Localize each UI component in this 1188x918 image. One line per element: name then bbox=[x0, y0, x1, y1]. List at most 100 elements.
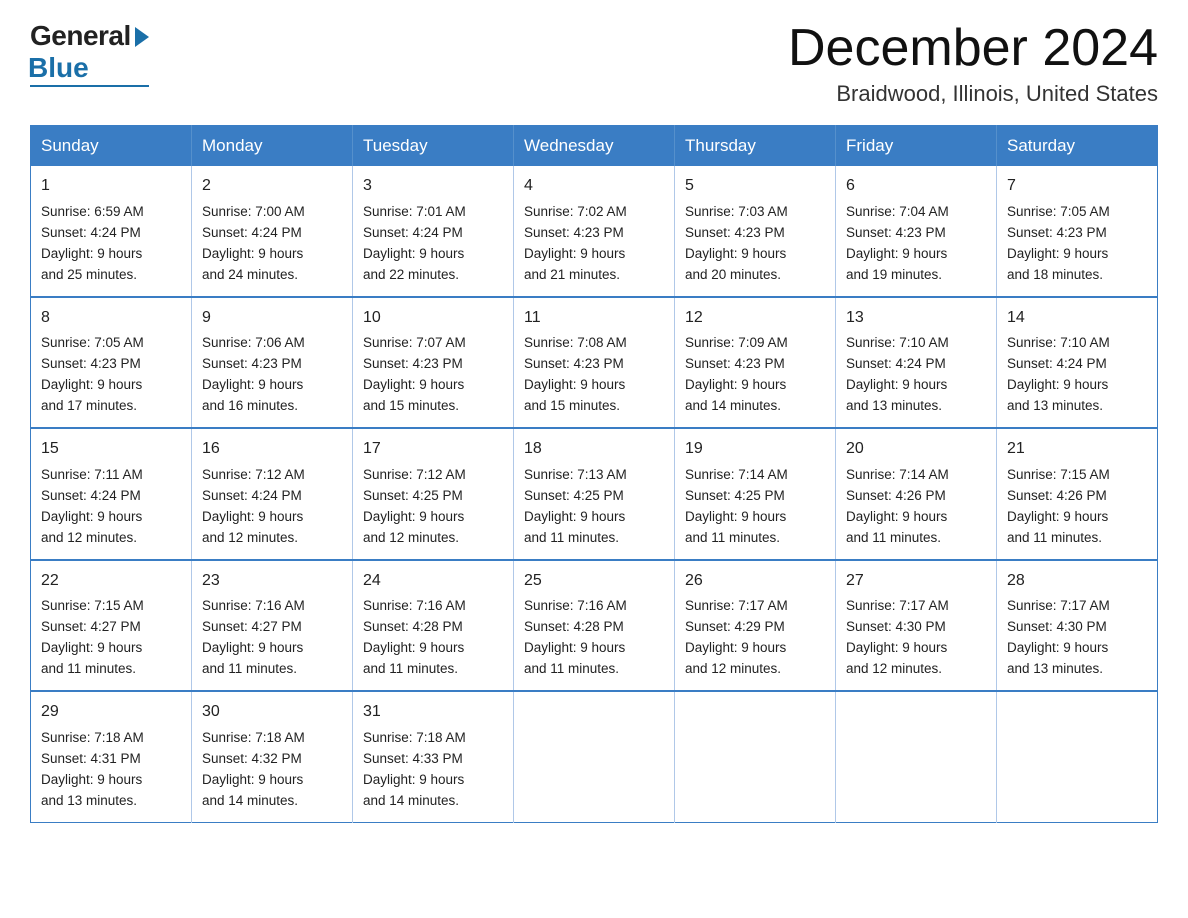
weekday-header-monday: Monday bbox=[192, 126, 353, 167]
day-info: Sunrise: 7:16 AMSunset: 4:28 PMDaylight:… bbox=[363, 598, 466, 676]
calendar-cell: 17Sunrise: 7:12 AMSunset: 4:25 PMDayligh… bbox=[353, 428, 514, 559]
day-info: Sunrise: 7:14 AMSunset: 4:25 PMDaylight:… bbox=[685, 467, 788, 545]
weekday-header-wednesday: Wednesday bbox=[514, 126, 675, 167]
calendar-cell: 23 Sunrise: 7:16 AMSunset: 4:27 PMDayligh… bbox=[192, 560, 353, 691]
calendar-cell bbox=[836, 691, 997, 822]
day-number: 28 bbox=[1007, 569, 1147, 594]
day-number: 7 bbox=[1007, 174, 1147, 199]
day-info: Sunrise: 7:18 AMSunset: 4:32 PMDaylight:… bbox=[202, 730, 305, 808]
day-info: Sunrise: 7:06 AMSunset: 4:23 PMDaylight:… bbox=[202, 335, 305, 413]
calendar-cell: 22Sunrise: 7:15 AMSunset: 4:27 PMDayligh… bbox=[31, 560, 192, 691]
calendar-cell: 28 Sunrise: 7:17 AMSunset: 4:30 PMDayligh… bbox=[997, 560, 1158, 691]
calendar-cell: 6Sunrise: 7:04 AMSunset: 4:23 PMDaylight… bbox=[836, 166, 997, 296]
day-number: 13 bbox=[846, 306, 986, 331]
logo: General Blue bbox=[30, 20, 149, 87]
calendar-cell: 1 Sunrise: 6:59 AMSunset: 4:24 PMDaylight… bbox=[31, 166, 192, 296]
calendar-cell: 5Sunrise: 7:03 AMSunset: 4:23 PMDaylight… bbox=[675, 166, 836, 296]
day-info: Sunrise: 7:17 AMSunset: 4:29 PMDaylight:… bbox=[685, 598, 788, 676]
day-number: 1 bbox=[41, 174, 181, 199]
day-number: 26 bbox=[685, 569, 825, 594]
day-number: 18 bbox=[524, 437, 664, 462]
calendar-cell: 14Sunrise: 7:10 AMSunset: 4:24 PMDayligh… bbox=[997, 297, 1158, 428]
calendar-week-row: 8 Sunrise: 7:05 AMSunset: 4:23 PMDaylight… bbox=[31, 297, 1158, 428]
title-block: December 2024 Braidwood, Illinois, Unite… bbox=[788, 20, 1158, 107]
logo-general-text: General bbox=[30, 20, 131, 52]
day-info: Sunrise: 7:05 AMSunset: 4:23 PMDaylight:… bbox=[1007, 204, 1110, 282]
calendar-header-row: SundayMondayTuesdayWednesdayThursdayFrid… bbox=[31, 126, 1158, 167]
weekday-header-friday: Friday bbox=[836, 126, 997, 167]
page-header: General Blue December 2024 Braidwood, Il… bbox=[30, 20, 1158, 107]
weekday-header-thursday: Thursday bbox=[675, 126, 836, 167]
day-info: Sunrise: 7:02 AMSunset: 4:23 PMDaylight:… bbox=[524, 204, 627, 282]
day-number: 12 bbox=[685, 306, 825, 331]
calendar-cell: 3Sunrise: 7:01 AMSunset: 4:24 PMDaylight… bbox=[353, 166, 514, 296]
day-number: 10 bbox=[363, 306, 503, 331]
day-info: Sunrise: 7:18 AMSunset: 4:33 PMDaylight:… bbox=[363, 730, 466, 808]
day-number: 25 bbox=[524, 569, 664, 594]
day-number: 8 bbox=[41, 306, 181, 331]
day-number: 9 bbox=[202, 306, 342, 331]
calendar-cell: 18 Sunrise: 7:13 AMSunset: 4:25 PMDayligh… bbox=[514, 428, 675, 559]
calendar-cell: 16Sunrise: 7:12 AMSunset: 4:24 PMDayligh… bbox=[192, 428, 353, 559]
calendar-week-row: 15 Sunrise: 7:11 AMSunset: 4:24 PMDayligh… bbox=[31, 428, 1158, 559]
day-number: 11 bbox=[524, 306, 664, 331]
weekday-header-saturday: Saturday bbox=[997, 126, 1158, 167]
calendar-week-row: 29 Sunrise: 7:18 AMSunset: 4:31 PMDayligh… bbox=[31, 691, 1158, 822]
day-number: 24 bbox=[363, 569, 503, 594]
day-number: 15 bbox=[41, 437, 181, 462]
calendar-cell: 2Sunrise: 7:00 AMSunset: 4:24 PMDaylight… bbox=[192, 166, 353, 296]
calendar-cell: 31 Sunrise: 7:18 AMSunset: 4:33 PMDayligh… bbox=[353, 691, 514, 822]
location-title: Braidwood, Illinois, United States bbox=[788, 81, 1158, 107]
logo-arrow-icon bbox=[135, 27, 149, 47]
day-info: Sunrise: 7:09 AMSunset: 4:23 PMDaylight:… bbox=[685, 335, 788, 413]
day-number: 27 bbox=[846, 569, 986, 594]
calendar-cell: 10 Sunrise: 7:07 AMSunset: 4:23 PMDayligh… bbox=[353, 297, 514, 428]
calendar-cell bbox=[997, 691, 1158, 822]
calendar-cell: 29 Sunrise: 7:18 AMSunset: 4:31 PMDayligh… bbox=[31, 691, 192, 822]
calendar-cell: 25 Sunrise: 7:16 AMSunset: 4:28 PMDayligh… bbox=[514, 560, 675, 691]
day-info: Sunrise: 7:11 AMSunset: 4:24 PMDaylight:… bbox=[41, 467, 143, 545]
day-info: Sunrise: 7:14 AMSunset: 4:26 PMDaylight:… bbox=[846, 467, 949, 545]
calendar-cell: 12 Sunrise: 7:09 AMSunset: 4:23 PMDayligh… bbox=[675, 297, 836, 428]
day-number: 21 bbox=[1007, 437, 1147, 462]
calendar-cell: 21Sunrise: 7:15 AMSunset: 4:26 PMDayligh… bbox=[997, 428, 1158, 559]
day-info: Sunrise: 7:18 AMSunset: 4:31 PMDaylight:… bbox=[41, 730, 144, 808]
calendar-cell bbox=[675, 691, 836, 822]
day-number: 19 bbox=[685, 437, 825, 462]
day-info: Sunrise: 7:07 AMSunset: 4:23 PMDaylight:… bbox=[363, 335, 466, 413]
day-info: Sunrise: 7:03 AMSunset: 4:23 PMDaylight:… bbox=[685, 204, 788, 282]
calendar-week-row: 22Sunrise: 7:15 AMSunset: 4:27 PMDayligh… bbox=[31, 560, 1158, 691]
weekday-header-sunday: Sunday bbox=[31, 126, 192, 167]
day-number: 17 bbox=[363, 437, 503, 462]
day-info: Sunrise: 7:13 AMSunset: 4:25 PMDaylight:… bbox=[524, 467, 627, 545]
day-info: Sunrise: 7:12 AMSunset: 4:24 PMDaylight:… bbox=[202, 467, 305, 545]
day-number: 30 bbox=[202, 700, 342, 725]
day-info: Sunrise: 7:17 AMSunset: 4:30 PMDaylight:… bbox=[1007, 598, 1110, 676]
day-number: 31 bbox=[363, 700, 503, 725]
calendar-cell: 8 Sunrise: 7:05 AMSunset: 4:23 PMDaylight… bbox=[31, 297, 192, 428]
day-number: 23 bbox=[202, 569, 342, 594]
day-number: 3 bbox=[363, 174, 503, 199]
day-info: Sunrise: 7:16 AMSunset: 4:27 PMDaylight:… bbox=[202, 598, 305, 676]
day-info: Sunrise: 7:05 AMSunset: 4:23 PMDaylight:… bbox=[41, 335, 144, 413]
day-info: Sunrise: 7:04 AMSunset: 4:23 PMDaylight:… bbox=[846, 204, 949, 282]
day-number: 2 bbox=[202, 174, 342, 199]
day-info: Sunrise: 7:16 AMSunset: 4:28 PMDaylight:… bbox=[524, 598, 627, 676]
calendar-cell: 30 Sunrise: 7:18 AMSunset: 4:32 PMDayligh… bbox=[192, 691, 353, 822]
calendar-cell: 20 Sunrise: 7:14 AMSunset: 4:26 PMDayligh… bbox=[836, 428, 997, 559]
day-number: 22 bbox=[41, 569, 181, 594]
day-info: Sunrise: 7:10 AMSunset: 4:24 PMDaylight:… bbox=[846, 335, 949, 413]
calendar-cell: 26 Sunrise: 7:17 AMSunset: 4:29 PMDayligh… bbox=[675, 560, 836, 691]
calendar-cell: 13 Sunrise: 7:10 AMSunset: 4:24 PMDayligh… bbox=[836, 297, 997, 428]
weekday-header-tuesday: Tuesday bbox=[353, 126, 514, 167]
day-number: 14 bbox=[1007, 306, 1147, 331]
calendar-cell: 9 Sunrise: 7:06 AMSunset: 4:23 PMDaylight… bbox=[192, 297, 353, 428]
day-info: Sunrise: 6:59 AMSunset: 4:24 PMDaylight:… bbox=[41, 204, 144, 282]
calendar-cell: 7 Sunrise: 7:05 AMSunset: 4:23 PMDaylight… bbox=[997, 166, 1158, 296]
calendar-cell bbox=[514, 691, 675, 822]
calendar-cell: 19 Sunrise: 7:14 AMSunset: 4:25 PMDayligh… bbox=[675, 428, 836, 559]
day-number: 20 bbox=[846, 437, 986, 462]
calendar-week-row: 1 Sunrise: 6:59 AMSunset: 4:24 PMDaylight… bbox=[31, 166, 1158, 296]
day-number: 29 bbox=[41, 700, 181, 725]
calendar-cell: 27Sunrise: 7:17 AMSunset: 4:30 PMDayligh… bbox=[836, 560, 997, 691]
